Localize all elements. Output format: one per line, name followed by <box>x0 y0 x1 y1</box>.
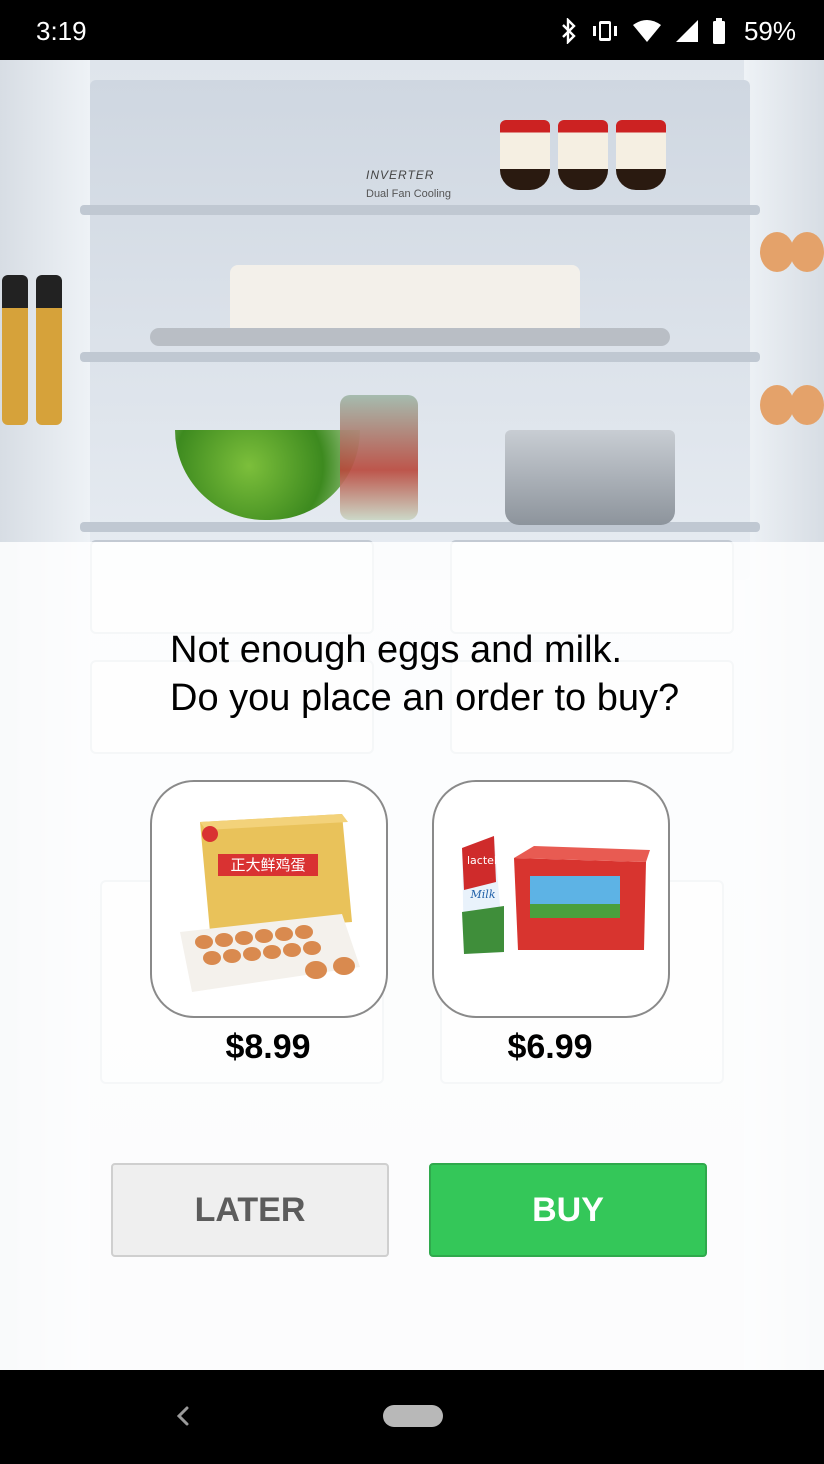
navigation-bar <box>0 1370 824 1464</box>
price-eggs: $8.99 <box>225 1028 311 1066</box>
signal-icon <box>675 20 698 42</box>
bottle <box>36 275 62 425</box>
buy-button[interactable]: BUY <box>429 1163 707 1257</box>
egg <box>760 385 794 425</box>
egg-box-brand-text: 正大鲜鸡蛋 <box>230 856 305 874</box>
home-pill-icon[interactable] <box>383 1405 443 1427</box>
fridge-brand-sub: Dual Fan Cooling <box>366 188 451 200</box>
dessert-glass <box>500 120 550 190</box>
fridge-brand-text: INVERTER <box>366 168 435 182</box>
fridge-shelf <box>80 352 760 362</box>
later-button[interactable]: LATER <box>111 1163 389 1257</box>
prompt-line-1: Not enough eggs and milk. <box>170 629 623 671</box>
pickle-jar <box>340 395 418 520</box>
milk-box-image: lactel Milk <box>462 836 650 954</box>
egg <box>790 385 824 425</box>
cake-plate <box>150 328 670 346</box>
price-milk: $6.99 <box>507 1028 593 1066</box>
fridge-shelf <box>80 205 760 215</box>
back-icon[interactable] <box>168 1398 198 1434</box>
cake <box>230 265 580 335</box>
dessert-glass <box>558 120 608 190</box>
egg <box>790 232 824 272</box>
cooking-pot <box>505 430 675 525</box>
bottle <box>2 275 28 425</box>
product-card-milk[interactable]: lactel Milk <box>432 780 670 1018</box>
battery-icon <box>712 18 725 44</box>
product-card-eggs[interactable]: 正大鲜鸡蛋 <box>150 780 388 1018</box>
later-button-label: LATER <box>194 1190 306 1229</box>
order-prompt: Not enough eggs and milk. Do you place a… <box>170 626 790 722</box>
wifi-icon <box>632 20 661 42</box>
buy-button-label: BUY <box>532 1190 604 1229</box>
battery-percent: 59% <box>743 15 796 46</box>
status-time: 3:19 <box>36 16 87 46</box>
milk-carton-label-text: Milk <box>470 888 496 901</box>
prompt-line-2: Do you place an order to buy? <box>170 677 680 719</box>
status-icons: 59% <box>560 14 796 48</box>
status-bar: 3:19 59% <box>0 0 824 60</box>
vibrate-icon <box>592 21 617 41</box>
egg <box>760 232 794 272</box>
bluetooth-icon <box>562 18 576 44</box>
dessert-glass <box>616 120 666 190</box>
milk-carton-brand-text: lactel <box>467 854 497 867</box>
egg-box-image: 正大鲜鸡蛋 <box>180 814 360 992</box>
